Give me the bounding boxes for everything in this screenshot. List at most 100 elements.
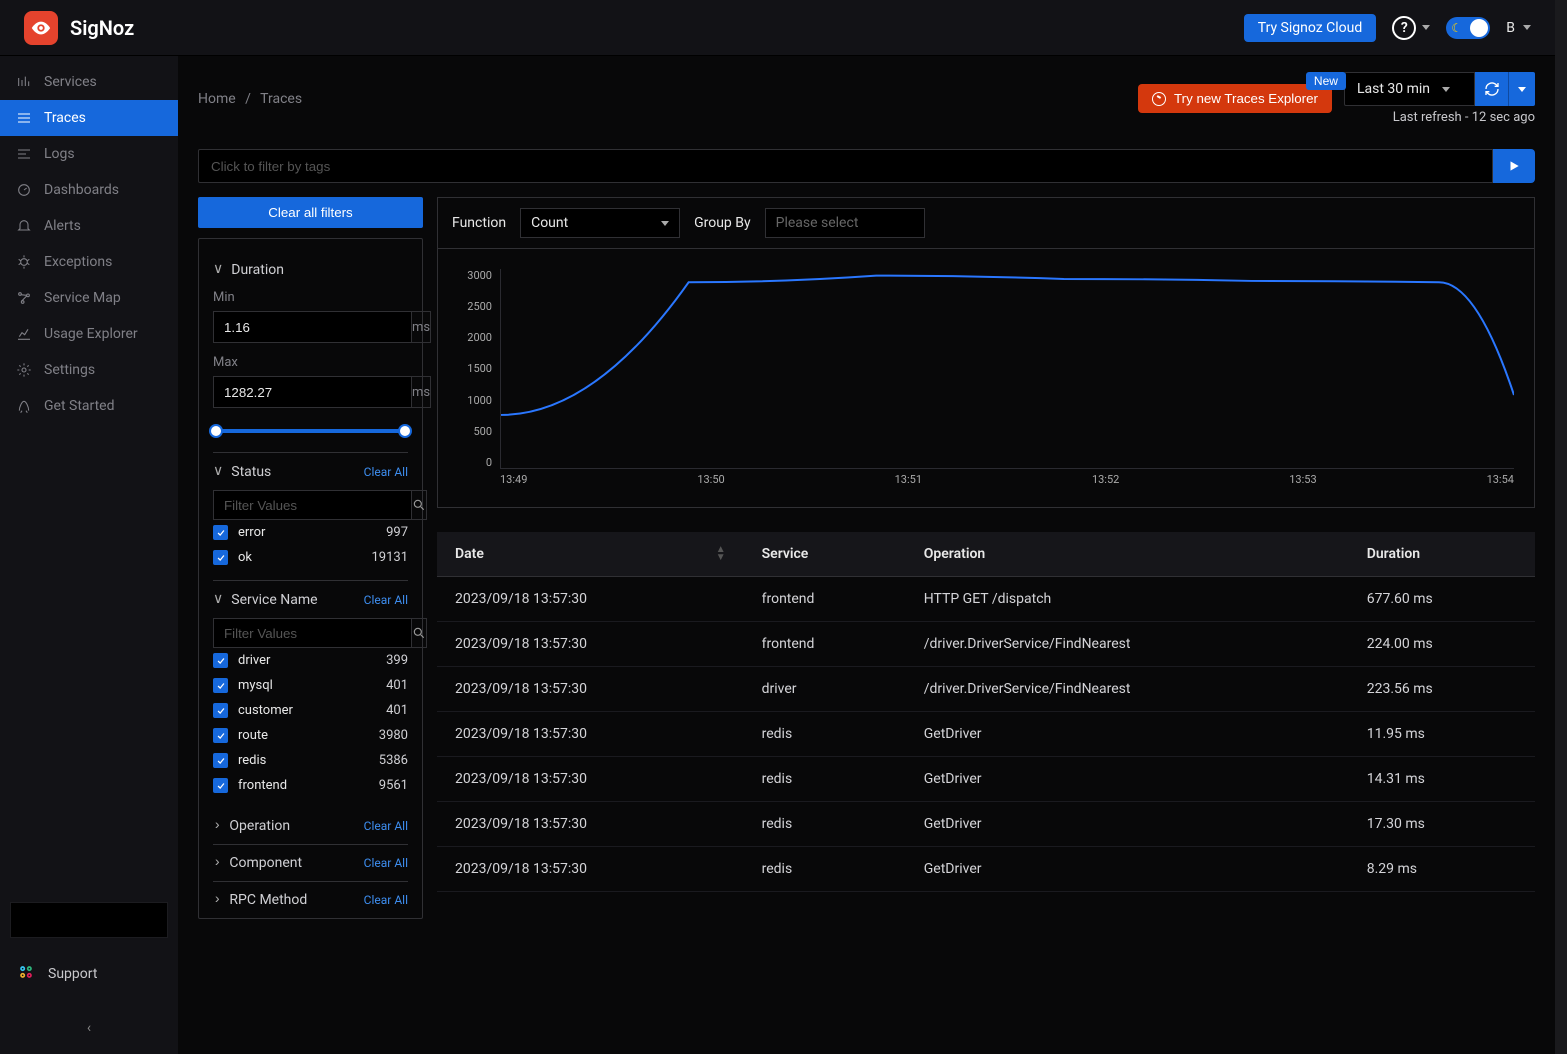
sidebar-item-alerts[interactable]: Alerts	[0, 208, 178, 244]
gauge-icon	[16, 182, 32, 198]
sidebar-item-label: Logs	[44, 146, 75, 162]
table-row[interactable]: 2023/09/18 13:57:30frontendHTTP GET /dis…	[437, 577, 1535, 622]
breadcrumb-current: Traces	[260, 91, 302, 107]
sidebar-placeholder	[10, 902, 168, 938]
table-row[interactable]: 2023/09/18 13:57:30redisGetDriver17.30 m…	[437, 802, 1535, 847]
checkbox-icon	[213, 778, 228, 793]
sidebar-item-label: Exceptions	[44, 254, 112, 270]
checkbox-icon	[213, 753, 228, 768]
bell-icon	[16, 218, 32, 234]
refresh-options-button[interactable]	[1509, 72, 1535, 106]
unit-ms: ms	[411, 311, 431, 343]
filter-option-driver[interactable]: driver399	[213, 648, 408, 673]
last-refresh-label: Last refresh - 12 sec ago	[1344, 110, 1535, 125]
filter-section-operation[interactable]: ›OperationClear All	[213, 818, 408, 834]
moon-icon: ☾	[1451, 21, 1462, 35]
col-duration[interactable]: Duration	[1349, 532, 1535, 577]
filter-option-frontend[interactable]: frontend9561	[213, 773, 408, 798]
clear-service-link[interactable]: Clear All	[364, 593, 408, 607]
filter-section-status[interactable]: ∨ Status Clear All	[213, 463, 408, 480]
try-explorer-button[interactable]: Try new Traces Explorer New	[1138, 84, 1332, 113]
breadcrumb-home[interactable]: Home	[198, 91, 236, 107]
gear-icon	[16, 362, 32, 378]
sidebar-item-get-started[interactable]: Get Started	[0, 388, 178, 424]
refresh-button[interactable]	[1475, 72, 1509, 106]
checkbox-icon	[213, 728, 228, 743]
status-filter-input[interactable]	[213, 490, 411, 520]
col-service[interactable]: Service	[744, 532, 906, 577]
sidebar-item-services[interactable]: Services	[0, 64, 178, 100]
sidebar-item-label: Traces	[44, 110, 86, 126]
filter-section-component[interactable]: ›ComponentClear All	[213, 855, 408, 871]
try-cloud-button[interactable]: Try Signoz Cloud	[1244, 14, 1377, 42]
filter-section-service[interactable]: ∨ Service Name Clear All	[213, 591, 408, 608]
help-menu[interactable]: ?	[1392, 16, 1430, 40]
duration-slider[interactable]	[213, 418, 408, 442]
chevron-down-icon: ∨	[213, 261, 223, 278]
duration-max-input[interactable]	[213, 376, 411, 408]
filter-option-ok[interactable]: ok19131	[213, 545, 408, 570]
time-range-select[interactable]: Last 30 min	[1344, 72, 1475, 106]
duration-min-input[interactable]	[213, 311, 411, 343]
lines-icon	[16, 146, 32, 162]
sidebar-item-logs[interactable]: Logs	[0, 136, 178, 172]
clear-link[interactable]: Clear All	[364, 819, 408, 833]
sidebar: Services Traces Logs Dashboards Alerts Except…	[0, 56, 178, 1054]
sidebar-support[interactable]: Support	[0, 944, 178, 1004]
tag-filter-input[interactable]	[198, 149, 1493, 183]
service-filter-input[interactable]	[213, 618, 411, 648]
col-date[interactable]: Date▲▼	[437, 532, 744, 577]
chevron-down-icon	[1422, 25, 1430, 30]
slider-thumb-min[interactable]	[209, 424, 223, 438]
table-row[interactable]: 2023/09/18 13:57:30redisGetDriver14.31 m…	[437, 757, 1535, 802]
clear-status-link[interactable]: Clear All	[364, 465, 408, 479]
chart-yaxis: 300025002000150010005000	[458, 269, 492, 469]
support-label: Support	[48, 966, 97, 982]
table-row[interactable]: 2023/09/18 13:57:30frontend/driver.Drive…	[437, 622, 1535, 667]
chevron-down-icon	[661, 221, 669, 226]
sidebar-item-label: Alerts	[44, 218, 81, 234]
sidebar-item-exceptions[interactable]: Exceptions	[0, 244, 178, 280]
help-icon: ?	[1392, 16, 1416, 40]
brand-logo[interactable]: SigNoz	[24, 11, 134, 45]
filter-option-mysql[interactable]: mysql401	[213, 673, 408, 698]
sidebar-item-service-map[interactable]: Service Map	[0, 280, 178, 316]
checkbox-icon	[213, 550, 228, 565]
user-menu[interactable]: B	[1506, 20, 1531, 36]
chevron-left-icon: ‹	[87, 1020, 91, 1036]
filter-option-route[interactable]: route3980	[213, 723, 408, 748]
table-row[interactable]: 2023/09/18 13:57:30driver/driver.DriverS…	[437, 667, 1535, 712]
clear-all-filters-button[interactable]: Clear all filters	[198, 197, 423, 228]
sidebar-item-traces[interactable]: Traces	[0, 100, 178, 136]
sidebar-item-settings[interactable]: Settings	[0, 352, 178, 388]
filter-section-duration[interactable]: ∨ Duration	[213, 261, 408, 278]
chevron-right-icon: ›	[213, 855, 221, 871]
table-row[interactable]: 2023/09/18 13:57:30redisGetDriver8.29 ms	[437, 847, 1535, 892]
filter-option-redis[interactable]: redis5386	[213, 748, 408, 773]
search-icon[interactable]	[411, 618, 427, 648]
run-query-button[interactable]	[1493, 149, 1535, 183]
filter-option-customer[interactable]: customer401	[213, 698, 408, 723]
col-operation[interactable]: Operation	[906, 532, 1349, 577]
sidebar-item-label: Usage Explorer	[44, 326, 138, 342]
search-icon[interactable]	[411, 490, 427, 520]
clear-link[interactable]: Clear All	[364, 893, 408, 907]
sidebar-collapse-button[interactable]: ‹	[0, 1004, 178, 1054]
theme-toggle[interactable]: ☾	[1446, 17, 1490, 39]
function-select[interactable]: Count	[520, 208, 680, 238]
chart-plot[interactable]	[500, 269, 1514, 469]
table-row[interactable]: 2023/09/18 13:57:30redisGetDriver11.95 m…	[437, 712, 1535, 757]
checkbox-icon	[213, 525, 228, 540]
groupby-select[interactable]: Please select	[765, 208, 925, 238]
clear-link[interactable]: Clear All	[364, 856, 408, 870]
sidebar-item-usage-explorer[interactable]: Usage Explorer	[0, 316, 178, 352]
chart-container: 300025002000150010005000 13:4913:5013:51…	[437, 249, 1535, 508]
checkbox-icon	[213, 678, 228, 693]
sort-icon: ▲▼	[716, 546, 726, 562]
slack-icon	[16, 962, 36, 986]
filter-section-rpc-method[interactable]: ›RPC MethodClear All	[213, 892, 408, 908]
chevron-down-icon	[1523, 25, 1531, 30]
slider-thumb-max[interactable]	[398, 424, 412, 438]
filter-option-error[interactable]: error997	[213, 520, 408, 545]
sidebar-item-dashboards[interactable]: Dashboards	[0, 172, 178, 208]
